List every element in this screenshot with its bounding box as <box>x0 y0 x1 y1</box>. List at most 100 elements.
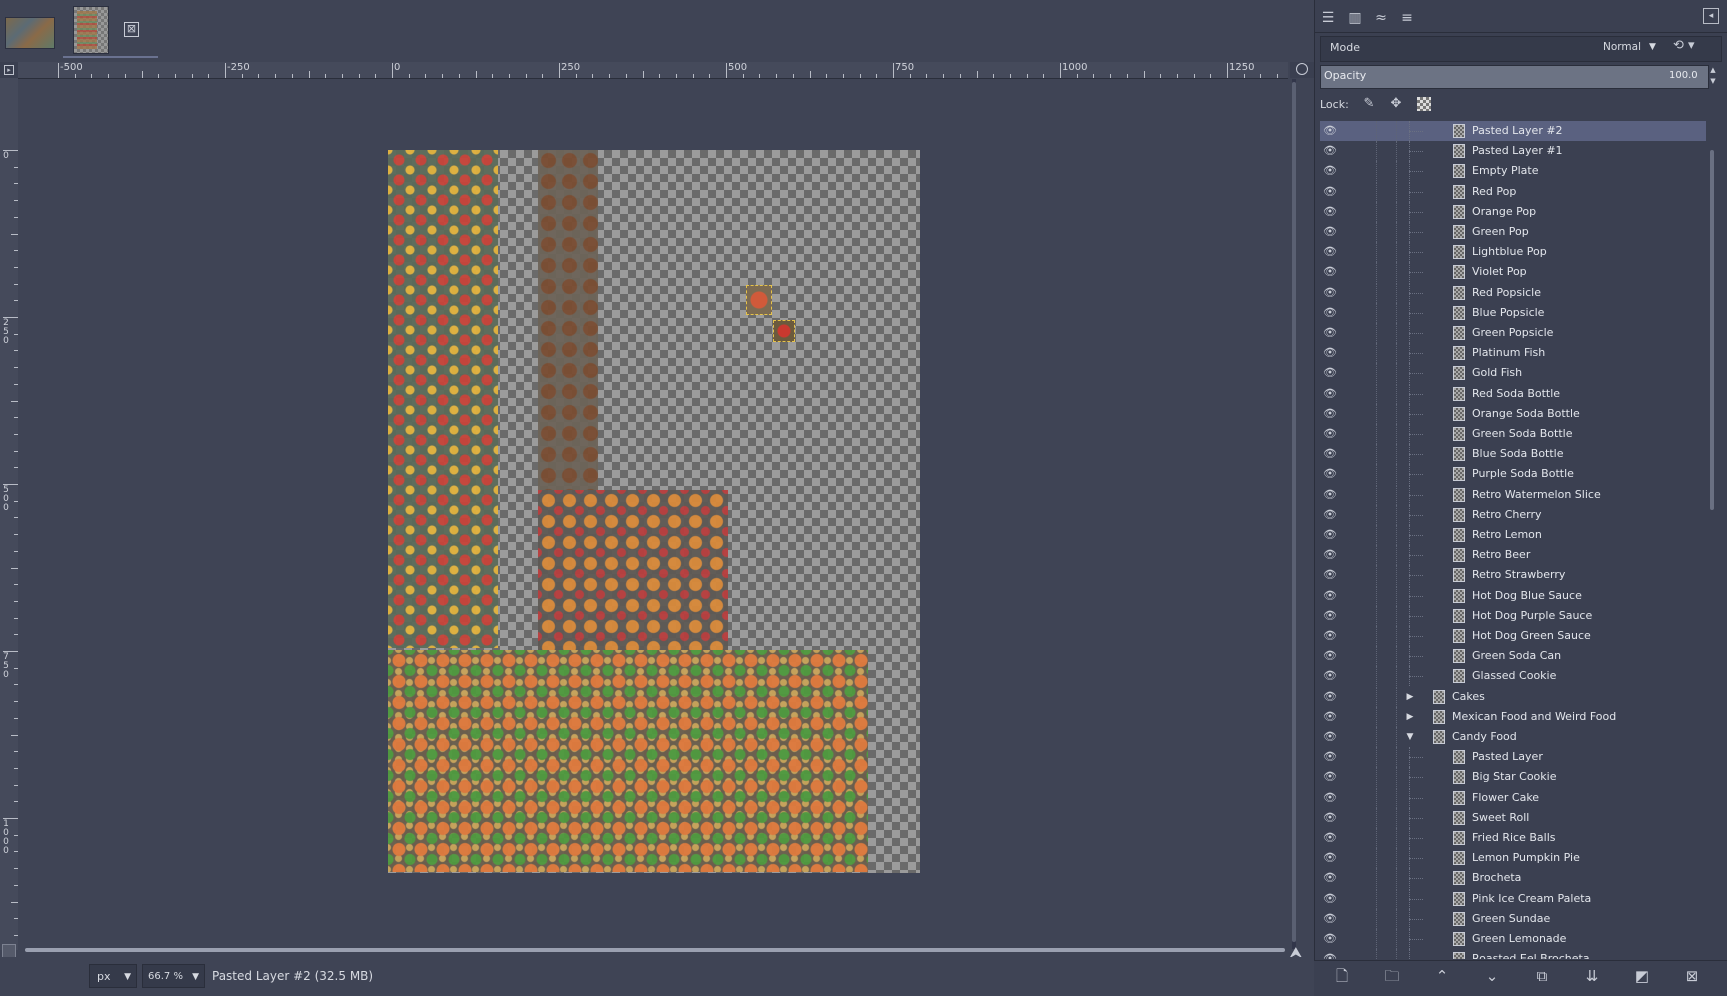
raise-layer-icon[interactable]: ⌃ <box>1431 965 1453 987</box>
layer-thumbnail[interactable] <box>1453 204 1465 219</box>
layer-name[interactable]: Platinum Fish <box>1472 346 1545 359</box>
visibility-eye-icon[interactable]: 👁 <box>1322 185 1338 198</box>
visibility-eye-icon[interactable]: 👁 <box>1322 327 1338 339</box>
link-toggle[interactable] <box>1376 141 1378 162</box>
link-toggle[interactable] <box>1376 868 1378 889</box>
mode-select[interactable]: Normal <box>1603 41 1641 53</box>
chevron-down-icon[interactable]: ▼ <box>1649 42 1656 52</box>
layer-row[interactable]: 👁 Red Soda Bottle <box>1320 383 1706 404</box>
layer-row[interactable]: 👁 Hot Dog Purple Sauce <box>1320 605 1706 626</box>
layer-name[interactable]: Retro Cherry <box>1472 508 1542 521</box>
link-toggle[interactable] <box>1396 161 1398 182</box>
layer-thumbnail[interactable] <box>1453 548 1465 563</box>
link-toggle[interactable] <box>1376 484 1378 505</box>
visibility-eye-icon[interactable]: 👁 <box>1322 387 1338 400</box>
visibility-eye-icon[interactable]: 👁 <box>1322 589 1338 602</box>
layer-row[interactable]: 👁 Green Soda Bottle <box>1320 424 1706 444</box>
layer-row[interactable]: 👁 Green Lemonade <box>1320 929 1706 949</box>
link-toggle[interactable] <box>1396 323 1398 343</box>
layer-name[interactable]: Green Sundae <box>1472 912 1550 925</box>
visibility-eye-icon[interactable]: 👁 <box>1322 933 1338 945</box>
link-toggle[interactable] <box>1396 302 1398 323</box>
link-toggle[interactable] <box>1376 949 1378 959</box>
link-toggle[interactable] <box>1396 343 1398 364</box>
layer-name[interactable]: Orange Pop <box>1472 205 1536 218</box>
layer-row[interactable]: 👁 Hot Dog Green Sauce <box>1320 626 1706 646</box>
layer-name[interactable]: Lemon Pumpkin Pie <box>1472 851 1580 864</box>
link-toggle[interactable] <box>1376 282 1378 303</box>
link-toggle[interactable] <box>1396 222 1398 242</box>
lower-layer-icon[interactable]: ⌄ <box>1481 965 1503 987</box>
link-toggle[interactable] <box>1376 666 1378 687</box>
layer-row[interactable]: 👁 Orange Soda Bottle <box>1320 403 1706 424</box>
horizontal-scrollbar[interactable] <box>25 948 1285 952</box>
layer-thumbnail[interactable] <box>1453 952 1465 959</box>
layer-thumbnail[interactable] <box>1453 285 1465 300</box>
link-toggle[interactable] <box>1376 545 1378 566</box>
layer-row[interactable]: 👁 Blue Popsicle <box>1320 302 1706 323</box>
opacity-spinner[interactable]: ▲ ▼ <box>1707 65 1719 89</box>
layer-row[interactable]: 👁 Pasted Layer <box>1320 747 1706 768</box>
layer-thumbnail[interactable] <box>1453 225 1465 239</box>
layer-thumbnail[interactable] <box>1453 427 1465 441</box>
link-toggle[interactable] <box>1376 161 1378 182</box>
layer-row[interactable]: 👁 Pink Ice Cream Paleta <box>1320 888 1706 909</box>
layer-row[interactable]: 👁 Platinum Fish <box>1320 343 1706 364</box>
link-toggle[interactable] <box>1376 383 1378 404</box>
zoom-to-fit-icon[interactable] <box>1290 62 1314 78</box>
collapse-triangle-icon[interactable]: ▼ <box>1404 731 1416 743</box>
layer-thumbnail[interactable] <box>1453 588 1465 603</box>
link-toggle[interactable] <box>1396 363 1398 384</box>
layer-name[interactable]: Green Lemonade <box>1472 932 1566 945</box>
link-toggle[interactable] <box>1376 363 1378 384</box>
link-toggle[interactable] <box>1396 848 1398 869</box>
layer-name[interactable]: Green Pop <box>1472 225 1529 238</box>
layer-thumbnail[interactable] <box>1453 265 1465 280</box>
layer-row[interactable]: 👁 Hot Dog Blue Sauce <box>1320 585 1706 606</box>
layer-name[interactable]: Candy Food <box>1452 730 1517 743</box>
layer-row[interactable]: 👁 Pasted Layer #1 <box>1320 141 1706 162</box>
floating-sprite-plate[interactable] <box>746 285 772 315</box>
layer-row[interactable]: 👁 Retro Cherry <box>1320 504 1706 525</box>
layer-row[interactable]: 👁 Lightblue Pop <box>1320 242 1706 263</box>
layer-name[interactable]: Green Soda Can <box>1472 649 1561 662</box>
layer-name[interactable]: Pasted Layer #2 <box>1472 124 1563 137</box>
layer-thumbnail[interactable] <box>1453 871 1465 886</box>
quick-mask-toggle[interactable] <box>2 944 16 958</box>
image-tab-thumbnail-2[interactable] <box>73 6 109 54</box>
layer-row[interactable]: 👁 Green Popsicle <box>1320 323 1706 343</box>
layer-row[interactable]: 👁 Retro Strawberry <box>1320 565 1706 586</box>
layer-name[interactable]: Gold Fish <box>1472 366 1522 379</box>
layer-name[interactable]: Retro Watermelon Slice <box>1472 488 1601 501</box>
layer-thumbnail[interactable] <box>1453 790 1465 805</box>
visibility-eye-icon[interactable]: 👁 <box>1322 630 1338 642</box>
layer-thumbnail[interactable] <box>1433 709 1445 724</box>
layer-name[interactable]: Retro Beer <box>1472 548 1530 561</box>
layer-thumbnail[interactable] <box>1453 124 1465 138</box>
layer-name[interactable]: Glassed Cookie <box>1472 669 1556 682</box>
layer-name[interactable]: Big Star Cookie <box>1472 770 1556 783</box>
link-toggle[interactable] <box>1396 686 1398 707</box>
layer-row[interactable]: 👁 Retro Beer <box>1320 545 1706 566</box>
layers-list[interactable]: 👁 Pasted Layer #2 👁 Pasted Layer #1 👁 Empty P… <box>1320 121 1706 959</box>
expand-triangle-icon[interactable]: ▶ <box>1404 711 1416 723</box>
layer-row[interactable]: 👁 Green Sundae <box>1320 908 1706 929</box>
visibility-eye-icon[interactable]: 👁 <box>1322 569 1338 581</box>
link-toggle[interactable] <box>1376 323 1378 343</box>
channels-icon[interactable]: ▥ <box>1346 9 1364 27</box>
layer-mask-icon[interactable]: ◩ <box>1631 965 1653 987</box>
layer-name[interactable]: Pasted Layer #1 <box>1472 144 1563 157</box>
visibility-eye-icon[interactable]: 👁 <box>1322 852 1338 864</box>
unit-select[interactable]: px ▼ <box>89 964 137 988</box>
visibility-eye-icon[interactable]: 👁 <box>1322 872 1338 884</box>
layer-thumbnail[interactable] <box>1453 245 1465 260</box>
duplicate-layer-icon[interactable]: ⧉ <box>1531 965 1553 987</box>
link-toggle[interactable] <box>1396 181 1398 202</box>
visibility-eye-icon[interactable]: 👁 <box>1322 650 1338 662</box>
layer-row[interactable]: 👁 Empty Plate <box>1320 161 1706 182</box>
visibility-eye-icon[interactable]: 👁 <box>1322 145 1338 157</box>
layer-row[interactable]: 👁 Flower Cake <box>1320 787 1706 808</box>
layer-thumbnail[interactable] <box>1453 164 1465 179</box>
layer-thumbnail[interactable] <box>1453 467 1465 482</box>
layer-row[interactable]: 👁 Blue Soda Bottle <box>1320 444 1706 465</box>
